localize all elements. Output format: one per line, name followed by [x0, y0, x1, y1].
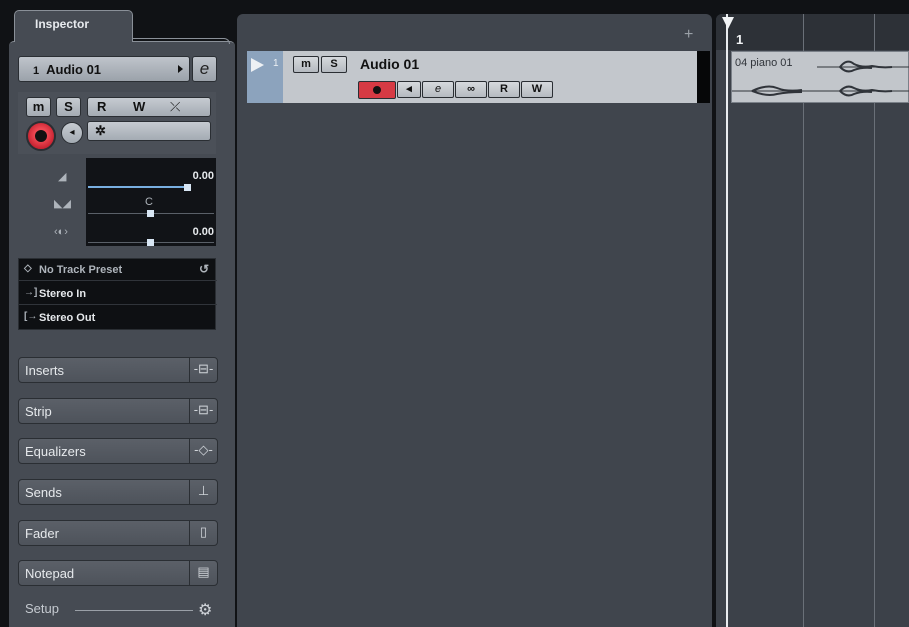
- automation-curve-icon[interactable]: ⤫: [170, 98, 180, 116]
- track-write-button[interactable]: W: [521, 81, 553, 98]
- track-monitor-button[interactable]: ◂: [397, 81, 421, 98]
- solo-button[interactable]: S: [56, 97, 81, 117]
- audio-event-name: 04 piano 01: [735, 57, 793, 69]
- inspector-tab-label: Inspector: [35, 17, 90, 31]
- record-enable-button[interactable]: [26, 121, 56, 151]
- section-notepad[interactable]: Notepad ▤: [18, 560, 218, 586]
- input-routing-label: Stereo In: [39, 288, 87, 300]
- input-routing-row[interactable]: →] Stereo In: [19, 283, 217, 305]
- add-track-icon[interactable]: +: [684, 26, 693, 44]
- notepad-icon[interactable]: ▤: [189, 561, 217, 585]
- delay-icon: ‹◐›: [54, 226, 68, 238]
- track-preset-label: No Track Preset: [39, 264, 123, 276]
- routing-box: ◇ No Track Preset ↺ →] Stereo In [→ Ster…: [18, 258, 217, 330]
- mute-button[interactable]: m: [26, 97, 51, 117]
- track-level-meter: [697, 51, 710, 103]
- ruler[interactable]: [716, 14, 909, 50]
- equalizer-icon[interactable]: -◇-: [189, 439, 217, 463]
- project-cursor[interactable]: [726, 14, 728, 627]
- expand-arrow-icon[interactable]: [178, 65, 183, 73]
- track-edit-button[interactable]: e: [422, 81, 454, 98]
- inspector-track-name[interactable]: 1 Audio 01: [18, 56, 190, 82]
- delay-value[interactable]: 0.00: [170, 226, 214, 238]
- section-inserts[interactable]: Inserts -⊟-: [18, 357, 218, 383]
- preset-icon: ◇: [24, 263, 32, 274]
- inserts-icon[interactable]: -⊟-: [189, 358, 217, 382]
- volume-fader-track[interactable]: [88, 186, 188, 188]
- track-list: [237, 14, 712, 627]
- daw-window: Inspector 1 Audio 01 e m S R W ⤫ ◂ ✲ ◢ ◣…: [0, 0, 909, 627]
- track-mute-button[interactable]: m: [293, 56, 319, 73]
- setup-label: Setup: [25, 601, 59, 616]
- track-number: 1: [273, 58, 279, 69]
- input-icon: →]: [24, 287, 38, 298]
- freeze-button[interactable]: ✲: [87, 121, 211, 141]
- ruler-bar-number: 1: [736, 32, 744, 47]
- track-name[interactable]: Audio 01: [360, 56, 419, 72]
- section-label: Inserts: [25, 363, 65, 378]
- section-strip[interactable]: Strip -⊟-: [18, 398, 218, 424]
- grid-line: [874, 14, 875, 627]
- strip-icon[interactable]: -⊟-: [189, 399, 217, 423]
- inspector-tab[interactable]: Inspector: [14, 10, 133, 42]
- output-routing-label: Stereo Out: [39, 312, 96, 324]
- section-sends[interactable]: Sends ⊥: [18, 479, 218, 505]
- cursor-marker-icon[interactable]: [722, 17, 734, 29]
- gear-icon[interactable]: ⚙: [198, 600, 212, 620]
- output-icon: [→: [24, 311, 38, 322]
- section-equalizers[interactable]: Equalizers -◇-: [18, 438, 218, 464]
- volume-value[interactable]: 0.00: [170, 170, 214, 182]
- freeze-icon: ✲: [95, 123, 106, 138]
- section-fader[interactable]: Fader ▯: [18, 520, 218, 546]
- track-read-button[interactable]: R: [488, 81, 520, 98]
- monitor-button[interactable]: ◂: [61, 122, 83, 144]
- write-automation-button[interactable]: W: [133, 98, 145, 116]
- output-routing-row[interactable]: [→ Stereo Out: [19, 307, 217, 329]
- volume-icon: ◢: [58, 171, 67, 183]
- project-window: [716, 14, 909, 627]
- section-label: Sends: [25, 485, 62, 500]
- read-automation-button[interactable]: R: [97, 98, 106, 116]
- section-label: Notepad: [25, 566, 75, 581]
- section-label: Fader: [25, 526, 59, 541]
- reset-icon[interactable]: ↺: [199, 262, 209, 276]
- track-expand-icon[interactable]: [251, 58, 264, 72]
- edit-channel-settings-button[interactable]: e: [192, 56, 217, 82]
- sends-icon[interactable]: ⊥: [189, 480, 217, 504]
- pan-value: C: [145, 196, 153, 208]
- automation-buttons: R W ⤫: [87, 97, 211, 117]
- pan-slider-handle[interactable]: [147, 210, 154, 217]
- inspector-track-name-label: Audio 01: [46, 62, 102, 77]
- track-link-icon[interactable]: ∞: [455, 81, 487, 98]
- section-label: Equalizers: [25, 444, 86, 459]
- inspector-tab-edge: [132, 38, 230, 44]
- section-label: Strip: [25, 404, 52, 419]
- setup-divider: [75, 610, 193, 611]
- volume-fader-handle[interactable]: [184, 184, 191, 191]
- inspector-track-number: 1: [33, 65, 40, 77]
- fader-icon[interactable]: ▯: [189, 521, 217, 545]
- grid-line: [803, 14, 804, 627]
- track-solo-button[interactable]: S: [321, 56, 347, 73]
- track-record-button[interactable]: [358, 81, 396, 99]
- track-preset-row[interactable]: ◇ No Track Preset ↺: [19, 259, 217, 281]
- delay-slider-handle[interactable]: [147, 239, 154, 246]
- pan-icon: ◣◢: [54, 198, 71, 210]
